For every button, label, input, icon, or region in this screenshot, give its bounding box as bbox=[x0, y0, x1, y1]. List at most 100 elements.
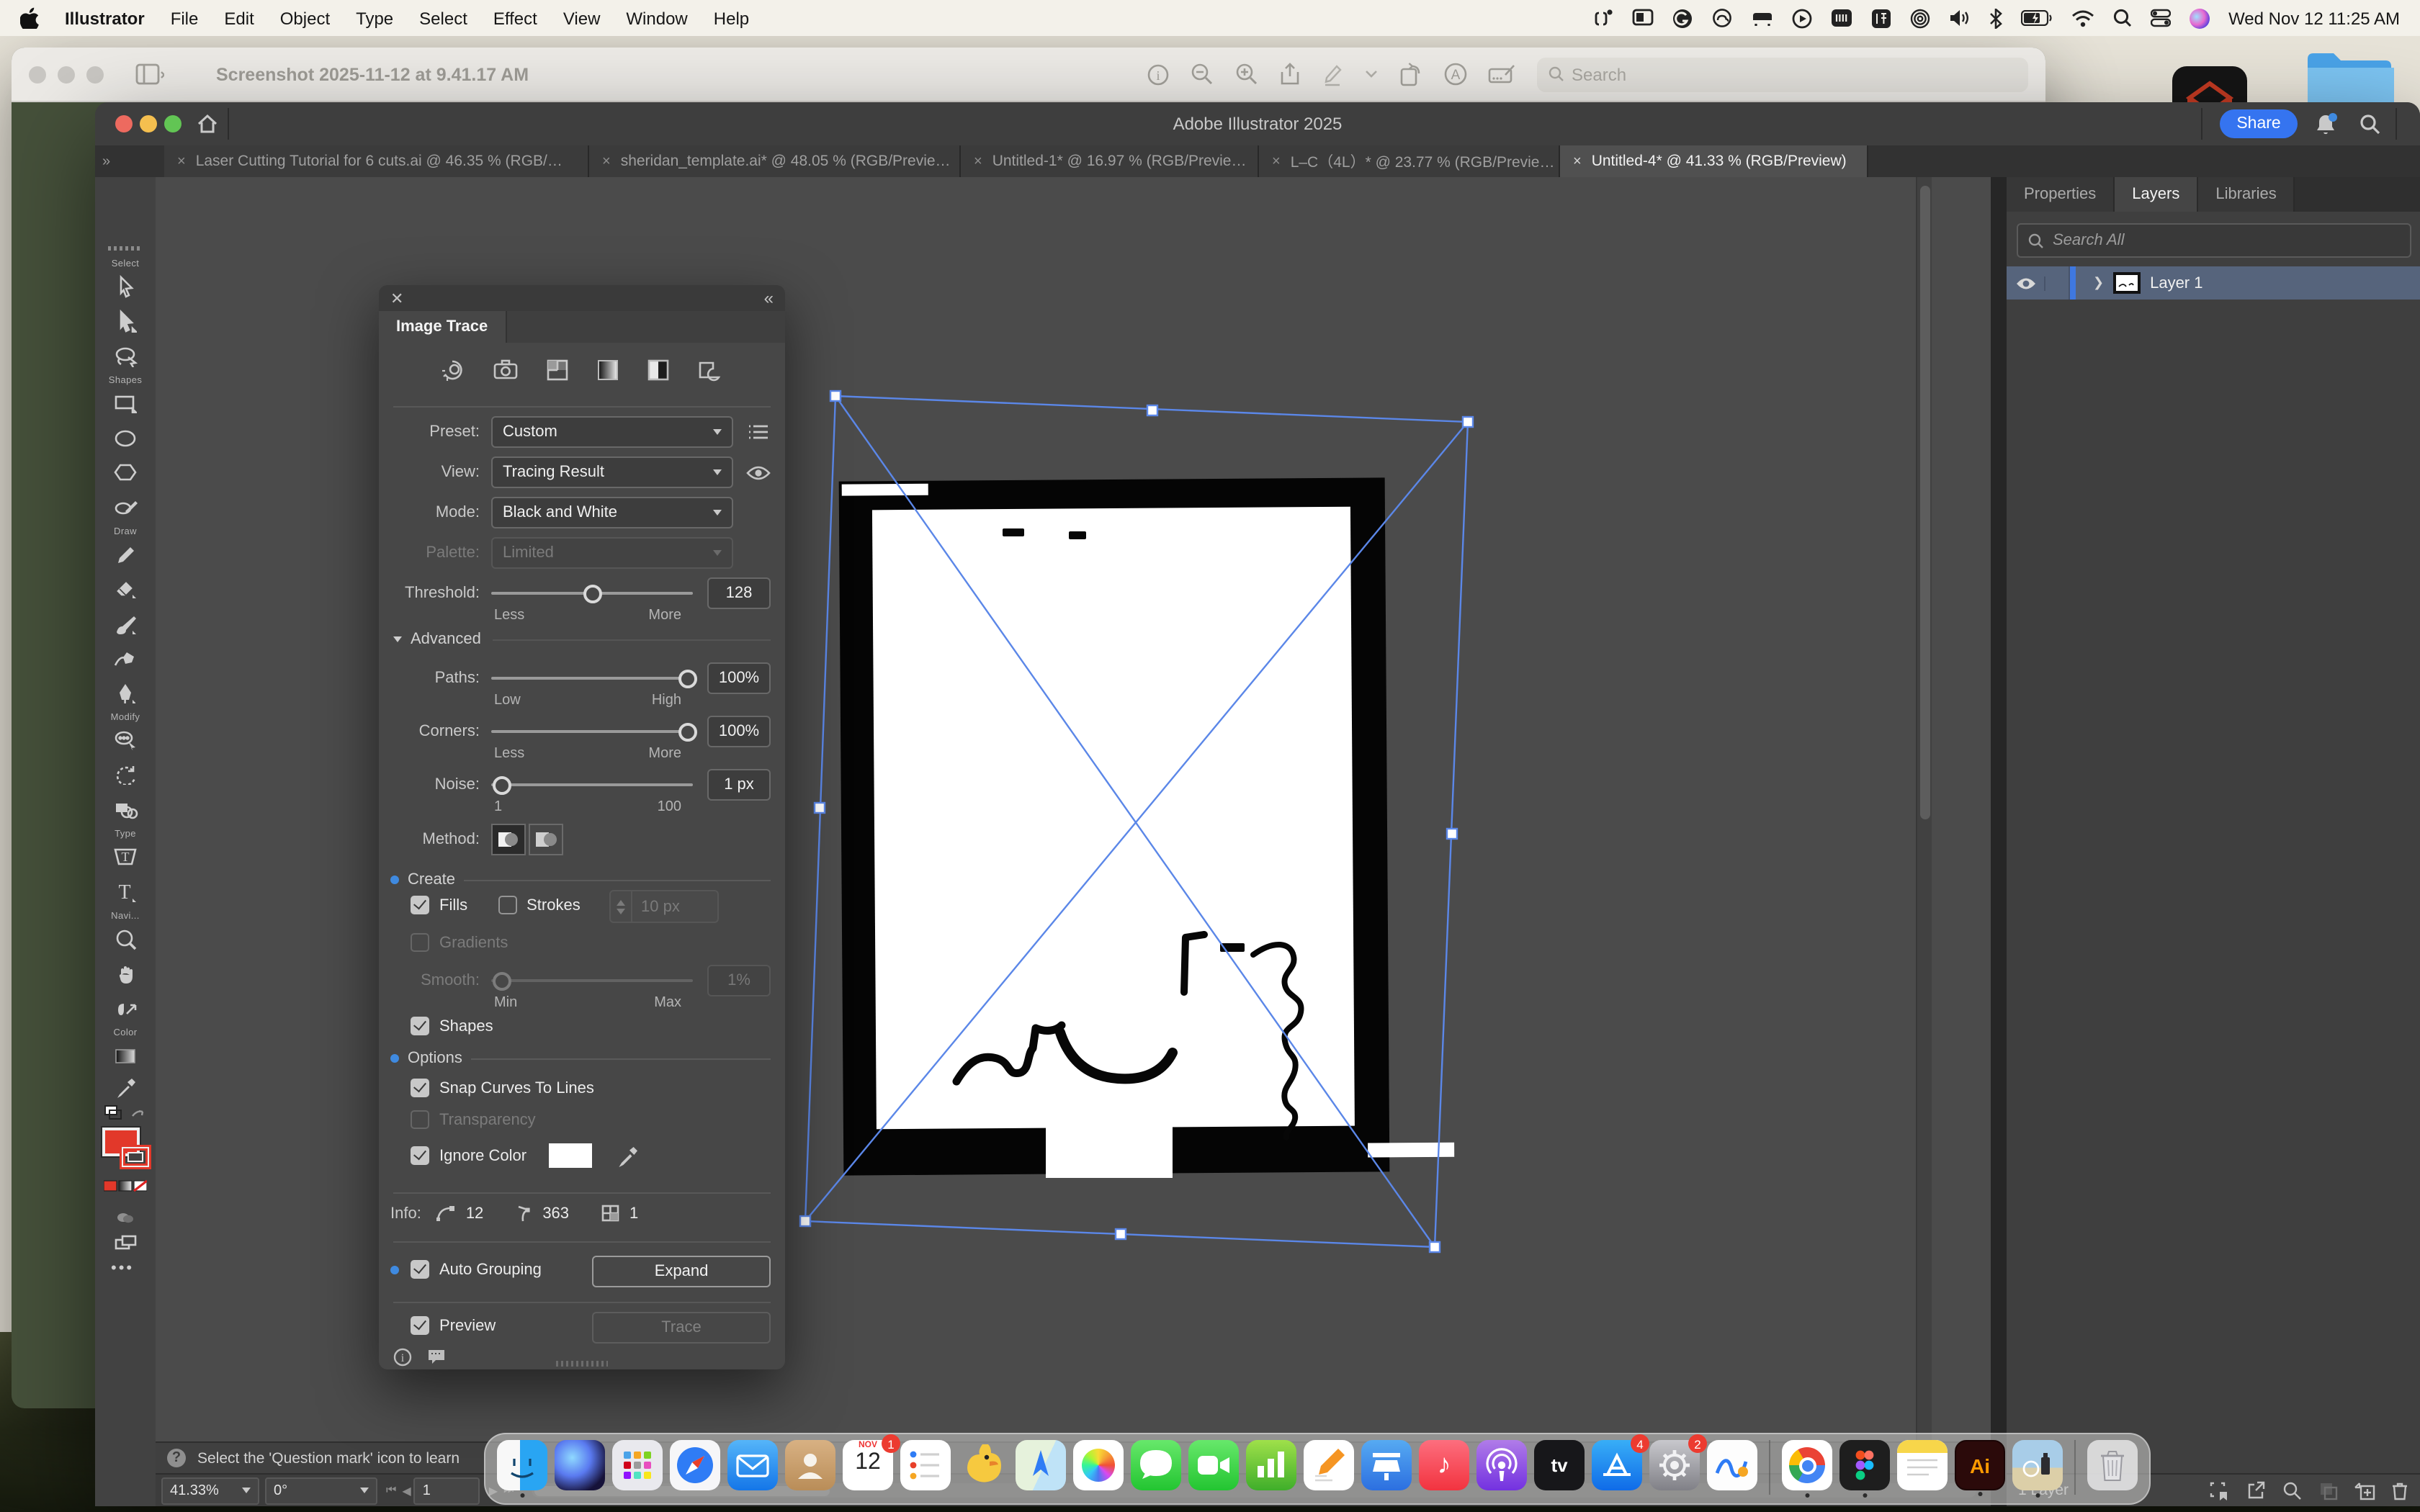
menu-help[interactable]: Help bbox=[714, 8, 749, 28]
eraser-tool[interactable] bbox=[111, 575, 140, 603]
feedback-comment-icon[interactable] bbox=[426, 1348, 447, 1367]
hand-tool[interactable] bbox=[111, 959, 140, 988]
info-circle-icon[interactable]: i bbox=[393, 1348, 412, 1367]
expand-button[interactable]: Expand bbox=[592, 1256, 771, 1287]
corners-value-field[interactable]: 100% bbox=[707, 716, 771, 747]
paintbrush-tool[interactable] bbox=[111, 609, 140, 638]
dock-trash-icon[interactable] bbox=[2087, 1440, 2138, 1490]
rotate-icon[interactable] bbox=[1399, 62, 1423, 86]
polygon-tool[interactable] bbox=[111, 458, 140, 487]
shapes-checkbox[interactable] bbox=[411, 1017, 429, 1035]
corners-slider-thumb[interactable] bbox=[678, 722, 697, 741]
layer-thumbnail[interactable] bbox=[2112, 272, 2140, 294]
threshold-slider-thumb[interactable] bbox=[584, 584, 603, 603]
keyboard-brightness-icon[interactable] bbox=[1752, 7, 1773, 29]
dock-preview-icon[interactable] bbox=[2012, 1440, 2063, 1490]
direct-selection-tool[interactable] bbox=[111, 307, 140, 336]
markup-pen-icon[interactable] bbox=[1321, 62, 1344, 86]
pen-tool[interactable] bbox=[111, 678, 140, 707]
vertical-scrollbar[interactable] bbox=[1916, 177, 1932, 1441]
advanced-header[interactable]: Advanced bbox=[390, 631, 771, 648]
layer-expand-chevron-icon[interactable]: ❯ bbox=[2093, 275, 2104, 291]
zoom-level-select[interactable]: 41.33% bbox=[161, 1477, 259, 1504]
question-mark-icon[interactable]: ? bbox=[167, 1449, 186, 1467]
view-eye-icon[interactable] bbox=[745, 464, 771, 480]
keyboard-viewer-icon[interactable] bbox=[1593, 7, 1613, 29]
strokes-checkbox[interactable] bbox=[498, 896, 516, 914]
dock-maps-icon[interactable] bbox=[1016, 1440, 1066, 1490]
airdrop-status-icon[interactable] bbox=[1910, 7, 1930, 29]
high-color-preset-icon[interactable] bbox=[492, 359, 518, 380]
threshold-slider[interactable] bbox=[491, 592, 693, 595]
annotate-icon[interactable]: A bbox=[1443, 62, 1468, 86]
lasso-tool[interactable] bbox=[111, 341, 140, 370]
new-layer-icon[interactable] bbox=[2354, 1480, 2375, 1500]
dock-chrome-icon[interactable] bbox=[1782, 1440, 1832, 1490]
outline-preset-icon[interactable] bbox=[696, 358, 721, 381]
dock-appstore-icon[interactable]: 4 bbox=[1592, 1440, 1642, 1490]
document-tab[interactable]: ×Untitled-1* @ 16.97 % (RGB/Previe… bbox=[961, 145, 1259, 177]
menu-app-name[interactable]: Illustrator bbox=[65, 8, 145, 28]
preview-search-field[interactable]: Search bbox=[1537, 57, 2028, 91]
barcode-status-icon[interactable] bbox=[1831, 7, 1852, 29]
tab-close-icon[interactable]: × bbox=[1573, 153, 1582, 169]
menu-effect[interactable]: Effect bbox=[493, 8, 537, 28]
paths-slider[interactable] bbox=[491, 677, 693, 680]
threshold-value-field[interactable]: 128 bbox=[707, 577, 771, 609]
artboard-number-field[interactable]: 1 bbox=[414, 1477, 480, 1504]
selection-tool[interactable] bbox=[111, 272, 140, 301]
dock-figma-icon[interactable] bbox=[1839, 1440, 1890, 1490]
lock-column[interactable] bbox=[2045, 266, 2070, 300]
dock-siri-icon[interactable] bbox=[555, 1440, 605, 1490]
zoom-out-icon[interactable] bbox=[1190, 62, 1214, 86]
touch-type-tool[interactable]: T bbox=[111, 842, 140, 871]
paths-slider-thumb[interactable] bbox=[678, 669, 697, 688]
info-icon[interactable]: i bbox=[1147, 63, 1170, 86]
dock-cyberduck-icon[interactable] bbox=[958, 1440, 1008, 1490]
play-status-icon[interactable] bbox=[1792, 7, 1812, 29]
menu-view[interactable]: View bbox=[563, 8, 601, 28]
dock-settings-icon[interactable]: 2 bbox=[1649, 1440, 1700, 1490]
wifi-icon[interactable] bbox=[2071, 7, 2094, 29]
dock-notes-icon[interactable] bbox=[1897, 1440, 1948, 1490]
fills-checkbox[interactable] bbox=[411, 896, 429, 914]
toolbar-expand-icon[interactable]: » bbox=[95, 145, 164, 177]
draw-mode-icon[interactable] bbox=[111, 1228, 140, 1257]
shape-builder-tool[interactable] bbox=[111, 795, 140, 824]
locate-object-icon[interactable] bbox=[2282, 1480, 2302, 1500]
eyedropper-icon[interactable] bbox=[616, 1144, 639, 1167]
pencil-tool[interactable] bbox=[111, 540, 140, 569]
panel-collapse-icon[interactable]: « bbox=[764, 288, 774, 308]
tab-libraries[interactable]: Libraries bbox=[2198, 177, 2295, 212]
layers-search-field[interactable]: Search All bbox=[2017, 223, 2411, 258]
dock-keynote-icon[interactable] bbox=[1361, 1440, 1412, 1490]
document-tab-active[interactable]: ×Untitled-4* @ 41.33 % (RGB/Preview) bbox=[1560, 145, 1868, 177]
low-color-preset-icon[interactable] bbox=[545, 358, 568, 381]
black-and-white-preset-icon[interactable] bbox=[646, 358, 669, 381]
markup-chevron-icon[interactable] bbox=[1364, 69, 1379, 79]
new-sublayer-icon[interactable] bbox=[2318, 1480, 2338, 1500]
ignore-color-checkbox[interactable] bbox=[411, 1146, 429, 1165]
creative-cloud-icon[interactable] bbox=[1711, 7, 1733, 29]
grayscale-preset-icon[interactable] bbox=[596, 358, 619, 381]
rotate-tool[interactable] bbox=[111, 760, 140, 789]
panel-resize-grip[interactable] bbox=[556, 1361, 608, 1367]
ellipse-tool[interactable] bbox=[111, 423, 140, 452]
menu-bar-clock[interactable]: Wed Nov 12 11:25 AM bbox=[2228, 8, 2400, 28]
spotlight-icon[interactable] bbox=[2113, 7, 2132, 29]
dock-calendar-icon[interactable]: NOV 12 1 bbox=[843, 1440, 893, 1490]
dock-numbers-icon[interactable] bbox=[1246, 1440, 1296, 1490]
type-tool[interactable]: T bbox=[111, 877, 140, 906]
tab-properties[interactable]: Properties bbox=[2007, 177, 2115, 212]
layer-row[interactable]: ❯ Layer 1 bbox=[2007, 266, 2420, 300]
sidebar-toggle-icon[interactable] bbox=[135, 63, 164, 85]
shaper-tool[interactable] bbox=[111, 492, 140, 521]
dock-music-icon[interactable]: ♪ bbox=[1419, 1440, 1469, 1490]
tab-layers[interactable]: Layers bbox=[2115, 177, 2198, 212]
app-search-icon[interactable] bbox=[2360, 114, 2381, 135]
visibility-eye-icon[interactable] bbox=[2007, 276, 2045, 290]
dock-messages-icon[interactable] bbox=[1131, 1440, 1181, 1490]
toolbar-drag-handle[interactable] bbox=[108, 246, 143, 251]
zoom-tool[interactable] bbox=[111, 924, 140, 953]
tab-close-icon[interactable]: × bbox=[177, 153, 186, 169]
